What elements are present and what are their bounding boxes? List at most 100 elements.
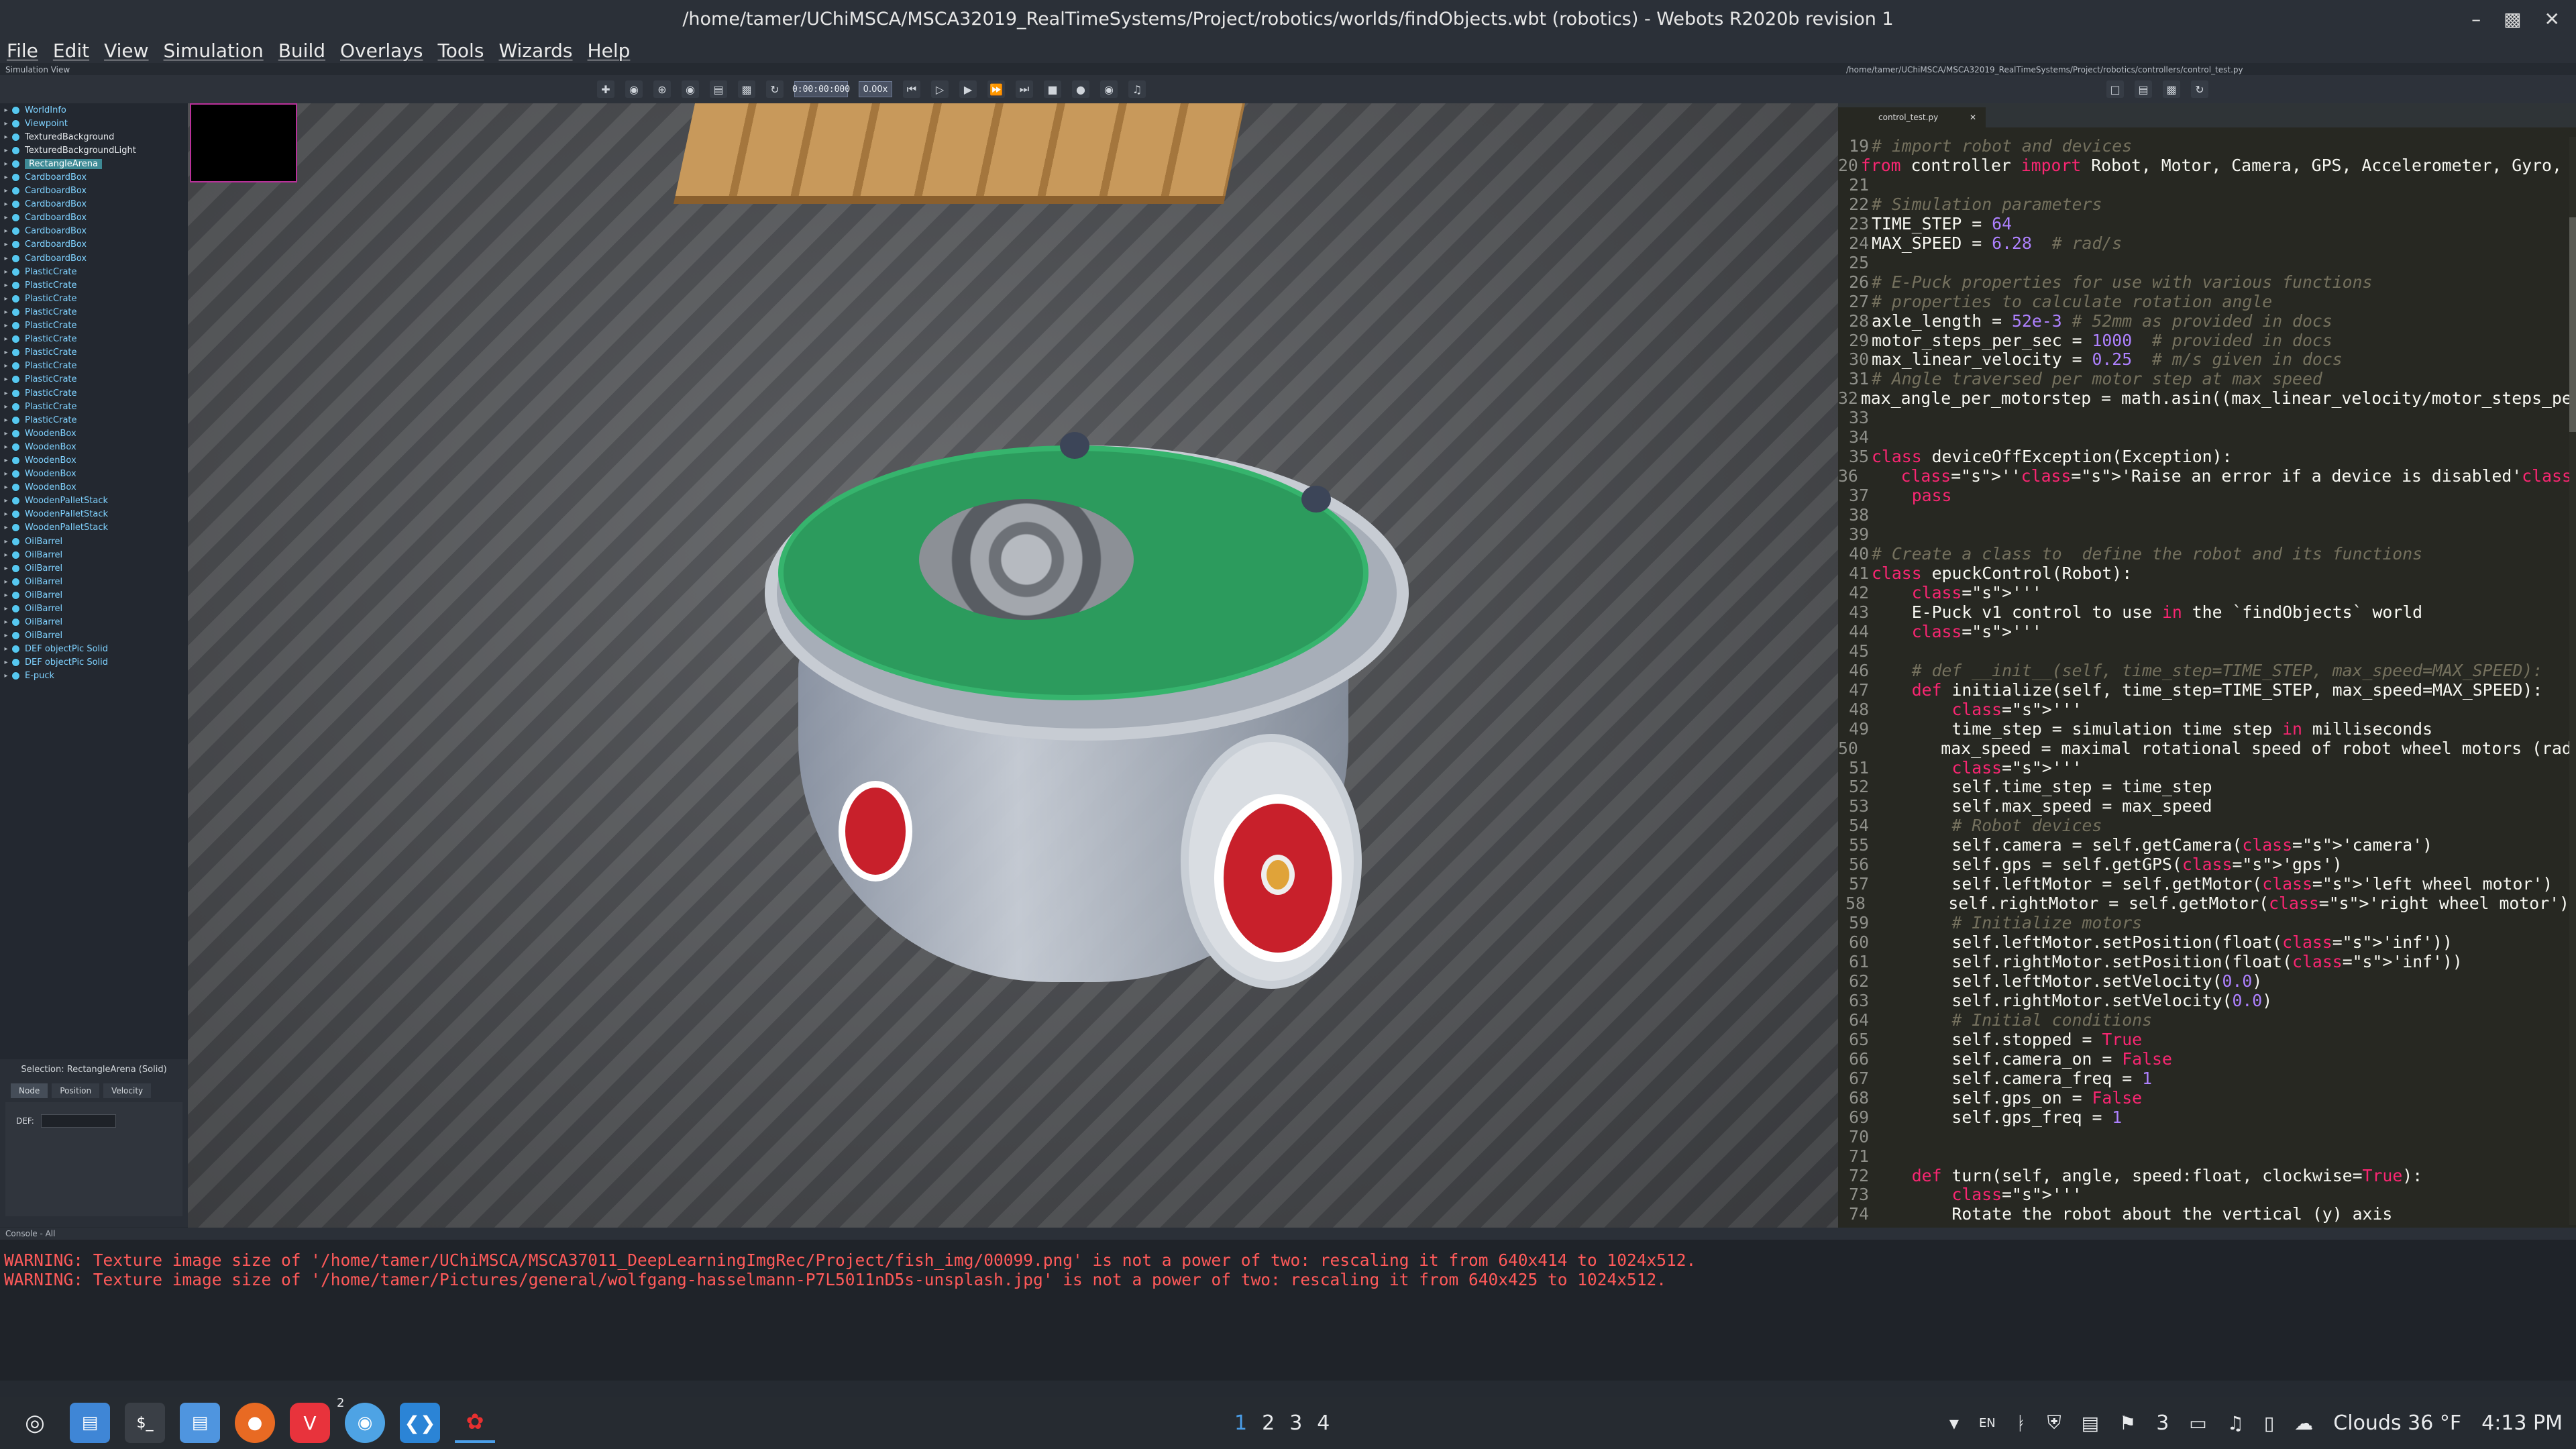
expand-arrow-icon[interactable]: ▸ xyxy=(0,645,12,653)
display-icon[interactable]: ▭ xyxy=(2189,1412,2206,1434)
menu-help[interactable]: Help xyxy=(588,40,631,62)
tree-item[interactable]: ▸ CardboardBox xyxy=(0,238,188,252)
reload-world-icon[interactable]: ↻ xyxy=(766,80,784,98)
expand-arrow-icon[interactable]: ▸ xyxy=(0,133,12,141)
expand-arrow-icon[interactable]: ▸ xyxy=(0,322,12,329)
tree-item[interactable]: ▸ CardboardBox xyxy=(0,198,188,211)
tree-item[interactable]: ▸ OilBarrel xyxy=(0,629,188,643)
vscode-icon[interactable]: ❮❯ xyxy=(400,1403,440,1443)
tree-item[interactable]: ▸ OilBarrel xyxy=(0,548,188,561)
tab-position[interactable]: Position xyxy=(52,1083,100,1098)
tree-item[interactable]: ▸ PlasticCrate xyxy=(0,265,188,278)
menu-simulation[interactable]: Simulation xyxy=(164,40,264,62)
tree-item[interactable]: ▸ CardboardBox xyxy=(0,184,188,198)
def-input[interactable] xyxy=(40,1114,116,1128)
expand-arrow-icon[interactable]: ▸ xyxy=(0,470,12,478)
menu-icon[interactable]: ◎ xyxy=(15,1403,55,1443)
expand-arrow-icon[interactable]: ▸ xyxy=(0,255,12,262)
expand-arrow-icon[interactable]: ▸ xyxy=(0,376,12,383)
tree-item[interactable]: ▸ OilBarrel xyxy=(0,575,188,588)
fast-icon[interactable]: ⏩ xyxy=(987,80,1005,98)
tree-item[interactable]: ▸ PlasticCrate xyxy=(0,386,188,400)
notification-icon[interactable]: ⚑ xyxy=(2119,1412,2136,1434)
expand-arrow-icon[interactable]: ▸ xyxy=(0,295,12,303)
3d-view[interactable] xyxy=(188,103,1838,1228)
expand-arrow-icon[interactable]: ▸ xyxy=(0,511,12,518)
tree-item[interactable]: ▸ WoodenBox xyxy=(0,440,188,453)
tree-item[interactable]: ▸ CardboardBox xyxy=(0,170,188,184)
expand-arrow-icon[interactable]: ▸ xyxy=(0,484,12,491)
battery-icon[interactable]: ▯ xyxy=(2264,1412,2274,1434)
expand-arrow-icon[interactable]: ▸ xyxy=(0,147,12,154)
open-file-icon[interactable]: ▤ xyxy=(2135,80,2152,98)
tree-item[interactable]: ▸ WoodenPalletStack xyxy=(0,521,188,535)
tree-item[interactable]: ▸ TexturedBackground xyxy=(0,130,188,144)
expand-arrow-icon[interactable]: ▸ xyxy=(0,578,12,586)
expand-arrow-icon[interactable]: ▸ xyxy=(0,592,12,599)
expand-arrow-icon[interactable]: ▸ xyxy=(0,619,12,626)
tree-item[interactable]: ▸ DEF objectPic Solid xyxy=(0,656,188,669)
tab-control-test[interactable]: control_test.py ✕ xyxy=(1838,107,1986,127)
webots-icon[interactable]: ✿ xyxy=(455,1403,495,1443)
tree-item[interactable]: ▸ RectangleArena xyxy=(0,157,188,170)
tree-item[interactable]: ▸ PlasticCrate xyxy=(0,373,188,386)
expand-arrow-icon[interactable]: ▸ xyxy=(0,227,12,235)
tree-item[interactable]: ▸ DEF objectPic Solid xyxy=(0,643,188,656)
expand-arrow-icon[interactable]: ▸ xyxy=(0,538,12,545)
expand-arrow-icon[interactable]: ▸ xyxy=(0,443,12,451)
expand-arrow-icon[interactable]: ▸ xyxy=(0,457,12,464)
tree-item[interactable]: ▸ PlasticCrate xyxy=(0,346,188,360)
tree-item[interactable]: ▸ WoodenBox xyxy=(0,481,188,494)
expand-arrow-icon[interactable]: ▸ xyxy=(0,417,12,424)
sound-icon[interactable]: ♫ xyxy=(1128,80,1146,98)
expand-arrow-icon[interactable]: ▸ xyxy=(0,565,12,572)
tree-item[interactable]: ▸ PlasticCrate xyxy=(0,413,188,427)
expand-arrow-icon[interactable]: ▸ xyxy=(0,107,12,114)
reload-file-icon[interactable]: ↻ xyxy=(2191,80,2208,98)
expand-arrow-icon[interactable]: ▸ xyxy=(0,430,12,437)
expand-arrow-icon[interactable]: ▸ xyxy=(0,362,12,370)
expand-arrow-icon[interactable]: ▸ xyxy=(0,241,12,248)
expand-arrow-icon[interactable]: ▸ xyxy=(0,282,12,289)
expand-arrow-icon[interactable]: ▸ xyxy=(0,403,12,411)
epuck-robot[interactable] xyxy=(751,358,1422,1056)
workspace-1[interactable]: 1 xyxy=(1234,1411,1247,1435)
tree-item[interactable]: ▸ WoodenPalletStack xyxy=(0,494,188,508)
scroll-thumb[interactable] xyxy=(2569,217,2576,432)
tree-item[interactable]: ▸ E-puck xyxy=(0,669,188,683)
editor-scrollbar[interactable] xyxy=(2569,137,2576,1225)
expand-arrow-icon[interactable]: ▸ xyxy=(0,201,12,208)
chrome-icon[interactable]: ◉ 2 xyxy=(337,1396,385,1443)
files-icon[interactable]: ▤ xyxy=(70,1403,110,1443)
fastest-icon[interactable]: ⏭ xyxy=(1016,80,1033,98)
firefox-icon[interactable]: ● xyxy=(235,1403,275,1443)
step-icon[interactable]: ▷ xyxy=(931,80,949,98)
add-node-icon[interactable]: ✚ xyxy=(597,80,614,98)
code-area[interactable]: 19 # import robot and devices 20 from contr… xyxy=(1838,137,2569,1225)
expand-arrow-icon[interactable]: ▸ xyxy=(0,390,12,397)
tree-item[interactable]: ▸ OilBarrel xyxy=(0,602,188,615)
expand-arrow-icon[interactable]: ▸ xyxy=(0,187,12,195)
reset-icon[interactable]: ⏮ xyxy=(903,80,920,98)
tree-item[interactable]: ▸ WoodenBox xyxy=(0,453,188,467)
record-icon[interactable]: ■ xyxy=(1044,80,1061,98)
weather-text[interactable]: Clouds 36 °F xyxy=(2333,1411,2461,1435)
expand-arrow-icon[interactable]: ▸ xyxy=(0,214,12,221)
camera-icon[interactable]: ◉ xyxy=(625,80,643,98)
camera-overlay[interactable] xyxy=(190,103,297,182)
tree-item[interactable]: ▸ OilBarrel xyxy=(0,588,188,602)
menu-edit[interactable]: Edit xyxy=(53,40,89,62)
shield-icon[interactable]: ⛨ xyxy=(2047,1411,2061,1434)
bluetooth-icon[interactable]: ᛓ xyxy=(2016,1412,2027,1434)
menu-overlays[interactable]: Overlays xyxy=(340,40,423,62)
expand-arrow-icon[interactable]: ▸ xyxy=(0,672,12,680)
tree-item[interactable]: ▸ WoodenBox xyxy=(0,427,188,440)
menu-tools[interactable]: Tools xyxy=(437,40,484,62)
menu-wizards[interactable]: Wizards xyxy=(498,40,572,62)
expand-arrow-icon[interactable]: ▸ xyxy=(0,160,12,168)
close-icon[interactable]: ✕ xyxy=(2544,8,2560,30)
open-world-icon[interactable]: ▤ xyxy=(710,80,727,98)
expand-arrow-icon[interactable]: ▸ xyxy=(0,659,12,666)
vivaldi-icon[interactable]: V xyxy=(290,1403,330,1443)
folder-icon[interactable]: ▤ xyxy=(180,1403,220,1443)
